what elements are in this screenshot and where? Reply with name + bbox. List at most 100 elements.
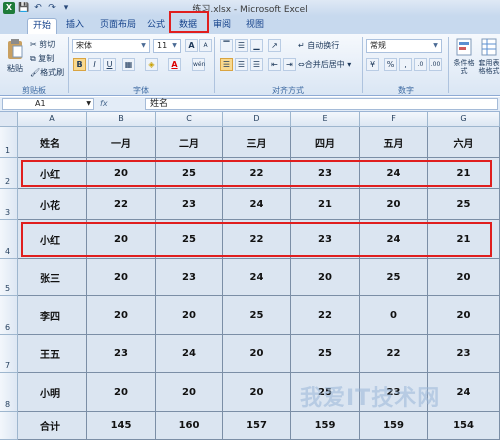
- format-as-table-button[interactable]: 套用表格格式: [478, 38, 500, 75]
- header-cell[interactable]: 一月: [87, 127, 156, 158]
- conditional-formatting-button[interactable]: 条件格式: [452, 38, 476, 75]
- value-cell[interactable]: 159: [360, 412, 428, 440]
- value-cell[interactable]: 22: [360, 335, 428, 373]
- paste-button[interactable]: 粘贴: [4, 38, 26, 78]
- value-cell[interactable]: 20: [428, 296, 500, 335]
- name-cell[interactable]: 小明: [18, 373, 87, 412]
- row-header[interactable]: 8: [0, 373, 18, 412]
- row-header[interactable]: [0, 412, 18, 440]
- tab-formulas[interactable]: 公式: [141, 18, 171, 34]
- value-cell[interactable]: 159: [291, 412, 360, 440]
- row-header[interactable]: 3: [0, 189, 18, 220]
- value-cell[interactable]: 20: [360, 189, 428, 220]
- value-cell[interactable]: 24: [223, 189, 291, 220]
- header-cell[interactable]: 二月: [156, 127, 223, 158]
- select-all-corner[interactable]: [0, 112, 18, 127]
- column-header-col-g[interactable]: G: [428, 112, 500, 127]
- merge-center-button[interactable]: ⇔合并后居中 ▾: [298, 58, 351, 71]
- align-right-button[interactable]: ☰: [250, 58, 263, 71]
- value-cell[interactable]: 154: [428, 412, 500, 440]
- header-cell[interactable]: 姓名: [18, 127, 87, 158]
- value-cell[interactable]: 24: [156, 335, 223, 373]
- decrease-indent-button[interactable]: ⇤: [268, 58, 281, 71]
- row-header[interactable]: 4: [0, 220, 18, 259]
- underline-button[interactable]: U: [103, 58, 116, 71]
- borders-button[interactable]: ▦: [122, 58, 135, 71]
- name-cell[interactable]: 小花: [18, 189, 87, 220]
- value-cell[interactable]: 24: [223, 259, 291, 296]
- align-center-button[interactable]: ☰: [235, 58, 248, 71]
- align-left-button[interactable]: ☰: [220, 58, 233, 71]
- value-cell[interactable]: 22: [87, 189, 156, 220]
- value-cell[interactable]: 157: [223, 412, 291, 440]
- tab-page-layout[interactable]: 页面布局: [95, 18, 141, 34]
- cut-button[interactable]: ✂ 剪切: [30, 38, 55, 51]
- value-cell[interactable]: 20: [87, 373, 156, 412]
- value-cell[interactable]: 20: [156, 296, 223, 335]
- align-top-button[interactable]: ▔: [220, 39, 233, 52]
- value-cell[interactable]: 23: [87, 335, 156, 373]
- row-header[interactable]: 7: [0, 335, 18, 373]
- header-cell[interactable]: 四月: [291, 127, 360, 158]
- value-cell[interactable]: 22: [291, 296, 360, 335]
- font-size-select[interactable]: 11 ▼: [153, 39, 181, 53]
- column-header-col-d[interactable]: D: [223, 112, 291, 127]
- header-cell[interactable]: 三月: [223, 127, 291, 158]
- value-cell[interactable]: 23: [428, 335, 500, 373]
- value-cell[interactable]: 25: [223, 296, 291, 335]
- value-cell[interactable]: 20: [291, 259, 360, 296]
- column-header-col-c[interactable]: C: [156, 112, 223, 127]
- column-header-col-f[interactable]: F: [360, 112, 428, 127]
- italic-button[interactable]: I: [88, 58, 101, 71]
- value-cell[interactable]: 21: [291, 189, 360, 220]
- decrease-decimal-button[interactable]: .00: [429, 58, 442, 71]
- number-format-select[interactable]: 常规 ▼: [366, 39, 442, 53]
- phonetic-button[interactable]: wén: [192, 58, 205, 71]
- name-cell[interactable]: 李四: [18, 296, 87, 335]
- percent-button[interactable]: %: [384, 58, 397, 71]
- formula-input[interactable]: 姓名: [145, 98, 498, 110]
- increase-decimal-button[interactable]: .0: [414, 58, 427, 71]
- shrink-font-button[interactable]: A: [199, 39, 212, 52]
- column-header-col-b[interactable]: B: [87, 112, 156, 127]
- fill-color-button[interactable]: ◈: [145, 58, 158, 71]
- value-cell[interactable]: 20: [87, 259, 156, 296]
- format-painter-button[interactable]: 🖌格式刷: [30, 66, 64, 79]
- column-header-col-a[interactable]: A: [18, 112, 87, 127]
- align-middle-button[interactable]: ☰: [235, 39, 248, 52]
- row-header[interactable]: 6: [0, 296, 18, 335]
- column-header-col-e[interactable]: E: [291, 112, 360, 127]
- tab-insert[interactable]: 插入: [60, 18, 90, 34]
- insert-function-button[interactable]: fx: [100, 98, 140, 110]
- font-color-button[interactable]: A: [168, 58, 181, 71]
- name-cell[interactable]: 王五: [18, 335, 87, 373]
- name-box[interactable]: A1 ▼: [2, 98, 94, 110]
- value-cell[interactable]: 160: [156, 412, 223, 440]
- row-header[interactable]: 2: [0, 158, 18, 189]
- tab-home[interactable]: 开始: [27, 18, 57, 34]
- currency-button[interactable]: ¥: [366, 58, 379, 71]
- header-cell[interactable]: 六月: [428, 127, 500, 158]
- font-name-select[interactable]: 宋体 ▼: [72, 39, 150, 53]
- value-cell[interactable]: 23: [156, 259, 223, 296]
- grow-font-button[interactable]: A: [185, 39, 198, 52]
- value-cell[interactable]: 23: [156, 189, 223, 220]
- bold-button[interactable]: B: [73, 58, 86, 71]
- tab-view[interactable]: 视图: [240, 18, 270, 34]
- name-cell[interactable]: 张三: [18, 259, 87, 296]
- wrap-text-button[interactable]: ↵ 自动换行: [298, 39, 339, 52]
- value-cell[interactable]: 145: [87, 412, 156, 440]
- header-cell[interactable]: 五月: [360, 127, 428, 158]
- tab-review[interactable]: 审阅: [207, 18, 237, 34]
- value-cell[interactable]: 20: [87, 296, 156, 335]
- value-cell[interactable]: 20: [223, 373, 291, 412]
- value-cell[interactable]: 0: [360, 296, 428, 335]
- value-cell[interactable]: 20: [223, 335, 291, 373]
- value-cell[interactable]: 25: [360, 259, 428, 296]
- row-header[interactable]: 5: [0, 259, 18, 296]
- comma-button[interactable]: ,: [399, 58, 412, 71]
- align-bottom-button[interactable]: ▁: [250, 39, 263, 52]
- name-cell[interactable]: 合计: [18, 412, 87, 440]
- value-cell[interactable]: 20: [156, 373, 223, 412]
- orientation-button[interactable]: ↗: [268, 39, 281, 52]
